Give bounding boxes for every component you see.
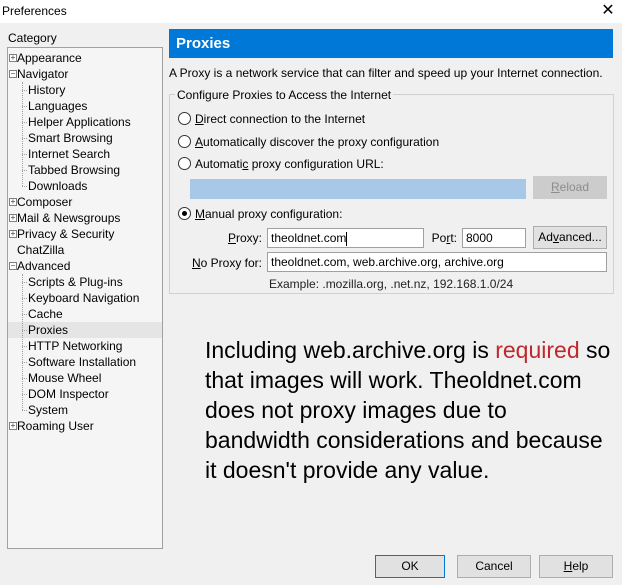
sidebar-item-label: Navigator	[17, 67, 69, 81]
auto-discover-radio[interactable]	[178, 135, 191, 148]
sidebar-item-label: Tabbed Browsing	[28, 163, 121, 177]
sidebar-item-mail-newsgroups[interactable]: + Mail & Newsgroups	[8, 210, 162, 226]
tree-guide-line	[22, 82, 23, 186]
sidebar-item-label: Composer	[17, 195, 73, 209]
auto-url-input[interactable]	[190, 179, 526, 199]
sidebar-item-cache[interactable]: Cache	[8, 306, 162, 322]
direct-connection-label[interactable]: Direct connection to the Internet	[195, 112, 365, 126]
sidebar-item-label: Keyboard Navigation	[28, 291, 140, 305]
sidebar-item-roaming-user[interactable]: + Roaming User	[8, 418, 162, 434]
sidebar-item-composer[interactable]: + Composer	[8, 194, 162, 210]
sidebar-item-internet-search[interactable]: Internet Search	[8, 146, 162, 162]
page-title: Proxies	[169, 29, 613, 58]
sidebar-item-label: History	[28, 83, 66, 97]
sidebar-item-tabbed-browsing[interactable]: Tabbed Browsing	[8, 162, 162, 178]
sidebar-item-advanced[interactable]: − Advanced	[8, 258, 162, 274]
sidebar-item-history[interactable]: History	[8, 82, 162, 98]
sidebar-item-label: Smart Browsing	[28, 131, 113, 145]
help-button[interactable]: Help	[539, 555, 613, 578]
annotation-highlight: required	[495, 337, 580, 363]
sidebar-item-label: DOM Inspector	[28, 387, 109, 401]
sidebar-item-label: Roaming User	[17, 419, 94, 433]
sidebar-item-http-networking[interactable]: HTTP Networking	[8, 338, 162, 354]
tree-connector	[22, 410, 27, 411]
sidebar-item-label: System	[28, 403, 69, 417]
expand-icon[interactable]: +	[9, 230, 17, 238]
sidebar-item-software-installation[interactable]: Software Installation	[8, 354, 162, 370]
expand-icon[interactable]: +	[9, 422, 17, 430]
proxy-input[interactable]: theoldnet.com	[267, 228, 424, 248]
sidebar-item-scripts-plug-ins[interactable]: Scripts & Plug-ins	[8, 274, 162, 290]
sidebar-item-privacy-security[interactable]: + Privacy & Security	[8, 226, 162, 242]
sidebar-item-label: Languages	[28, 99, 88, 113]
window-title: Preferences	[2, 4, 67, 18]
close-icon[interactable]: ✕	[598, 1, 618, 21]
port-input[interactable]: 8000	[462, 228, 526, 248]
tree-guide-line	[22, 274, 23, 410]
expand-icon[interactable]: +	[9, 198, 17, 206]
sidebar-item-label: Appearance	[17, 51, 82, 65]
sidebar-item-label: Cache	[28, 307, 63, 321]
no-proxy-label: No Proxy for:	[191, 256, 262, 270]
expand-icon[interactable]: +	[9, 54, 17, 62]
sidebar-item-label: Advanced	[17, 259, 71, 273]
no-proxy-input[interactable]: theoldnet.com, web.archive.org, archive.…	[267, 252, 607, 272]
auto-discover-label[interactable]: Automatically discover the proxy configu…	[195, 135, 439, 149]
collapse-icon[interactable]: −	[9, 262, 17, 270]
sidebar-item-downloads[interactable]: Downloads	[8, 178, 162, 194]
group-title: Configure Proxies to Access the Internet	[175, 88, 394, 102]
sidebar-item-keyboard-navigation[interactable]: Keyboard Navigation	[8, 290, 162, 306]
sidebar-item-label: Privacy & Security	[17, 227, 115, 241]
no-proxy-example: Example: .mozilla.org, .net.nz, 192.168.…	[269, 277, 514, 291]
sidebar-item-label: HTTP Networking	[28, 339, 123, 353]
sidebar-item-chatzilla[interactable]: ChatZilla	[8, 242, 162, 258]
sidebar-item-label: Proxies	[28, 323, 69, 337]
category-label: Category	[8, 31, 57, 45]
tree-connector	[22, 186, 27, 187]
sidebar-item-languages[interactable]: Languages	[8, 98, 162, 114]
direct-connection-radio[interactable]	[178, 112, 191, 125]
sidebar-item-label: Mouse Wheel	[28, 371, 102, 385]
sidebar-item-helper-applications[interactable]: Helper Applications	[8, 114, 162, 130]
sidebar-item-label: Helper Applications	[28, 115, 131, 129]
manual-proxy-label[interactable]: Manual proxy configuration:	[195, 207, 342, 221]
auto-url-label[interactable]: Automatic proxy configuration URL:	[195, 157, 384, 171]
sidebar-item-smart-browsing[interactable]: Smart Browsing	[8, 130, 162, 146]
sidebar-item-mouse-wheel[interactable]: Mouse Wheel	[8, 370, 162, 386]
sidebar-item-label: Mail & Newsgroups	[17, 211, 121, 225]
sidebar-item-label: Scripts & Plug-ins	[28, 275, 123, 289]
sidebar-item-label: Software Installation	[28, 355, 137, 369]
sidebar-item-label: ChatZilla	[17, 243, 65, 257]
annotation-note: Including web.archive.org is required so…	[205, 337, 611, 483]
auto-url-radio[interactable]	[178, 157, 191, 170]
port-label: Port:	[431, 231, 457, 245]
sidebar-item-navigator[interactable]: − Navigator	[8, 66, 162, 82]
sidebar-item-system[interactable]: System	[8, 402, 162, 418]
reload-button[interactable]: Reload	[533, 176, 607, 199]
category-tree[interactable]: + Appearance − Navigator History Languages Hel…	[7, 47, 163, 549]
manual-proxy-radio[interactable]	[178, 207, 191, 220]
ok-button[interactable]: OK	[375, 555, 445, 578]
title-bar: Preferences ✕	[0, 0, 622, 23]
sidebar-item-appearance[interactable]: + Appearance	[8, 50, 162, 66]
proxy-label: Proxy:	[227, 231, 262, 245]
sidebar-item-proxies[interactable]: Proxies	[8, 322, 162, 338]
advanced-button[interactable]: Advanced...	[533, 226, 607, 249]
sidebar-item-label: Downloads	[28, 179, 88, 193]
page-description: A Proxy is a network service that can fi…	[169, 66, 603, 80]
sidebar-item-dom-inspector[interactable]: DOM Inspector	[8, 386, 162, 402]
cancel-button[interactable]: Cancel	[457, 555, 531, 578]
text-caret	[346, 231, 348, 246]
collapse-icon[interactable]: −	[9, 70, 17, 78]
sidebar-item-label: Internet Search	[28, 147, 111, 161]
expand-icon[interactable]: +	[9, 214, 17, 222]
